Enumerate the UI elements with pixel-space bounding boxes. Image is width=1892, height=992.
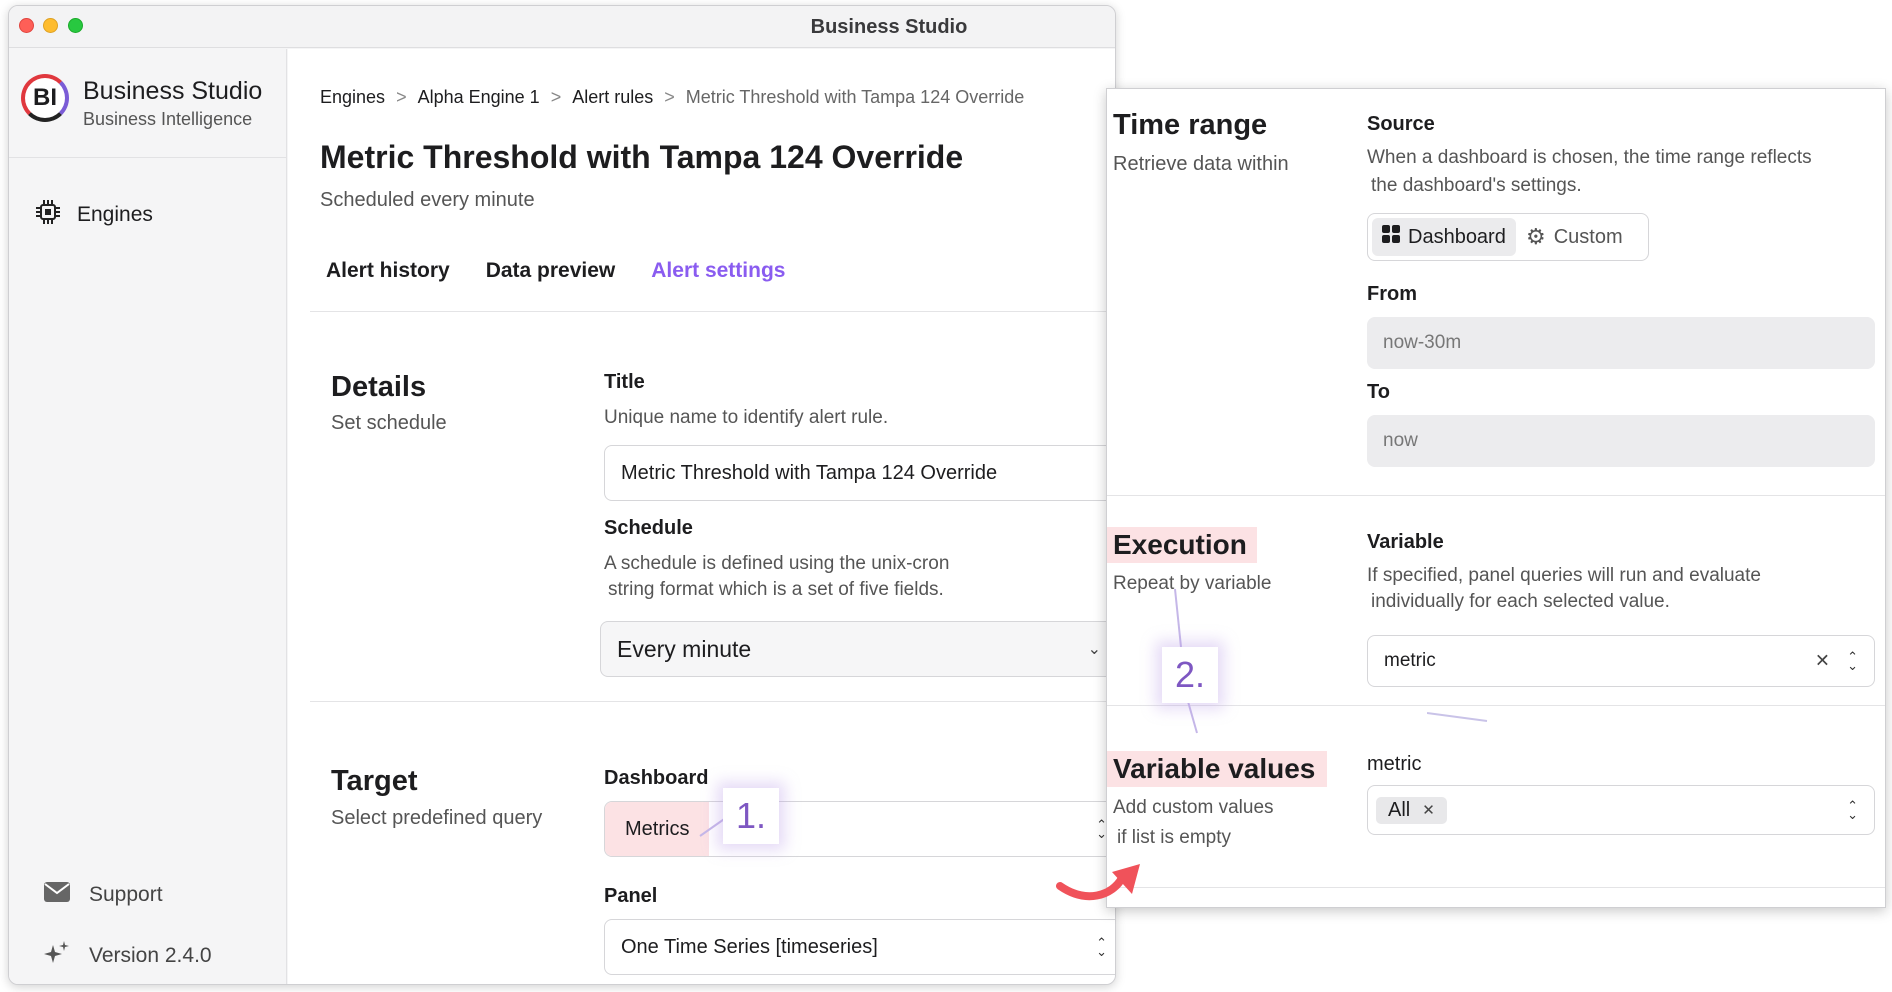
tabs-divider	[310, 311, 1115, 312]
chip-icon	[35, 199, 61, 231]
sparkles-icon	[43, 939, 71, 973]
app-window: Business Studio BI Business Studio Busin…	[8, 5, 1116, 985]
panel-select[interactable]: One Time Series [timeseries] ⌃ ⌄	[604, 919, 1115, 975]
panel-label: Panel	[604, 885, 658, 907]
up-down-chevron-icon: ⌃ ⌄	[1847, 649, 1858, 673]
time-range-heading: Time range	[1113, 109, 1268, 141]
source-option-dashboard[interactable]: Dashboard	[1372, 218, 1516, 256]
schedule-label: Schedule	[604, 517, 693, 539]
breadcrumb: Engines > Alpha Engine 1 > Alert rules > Metri…	[320, 87, 1024, 108]
tab-alert-history[interactable]: Alert history	[326, 259, 450, 283]
page-subtitle: Scheduled every minute	[320, 189, 535, 211]
chevron-down-icon: ⌄	[1087, 641, 1101, 658]
main-content: Engines > Alpha Engine 1 > Alert rules > Metri…	[288, 49, 1115, 984]
chip-label: All	[1388, 798, 1411, 821]
variable-select[interactable]: metric ✕ ⌃ ⌄	[1367, 635, 1875, 687]
variable-label: Variable	[1367, 531, 1444, 553]
sidebar-item-label: Engines	[77, 203, 153, 226]
sidebar: BI Business Studio Business Intelligence…	[9, 49, 287, 984]
breadcrumb-current: Metric Threshold with Tampa 124 Override	[685, 87, 1025, 107]
sidebar-item-version[interactable]: Version 2.4.0	[43, 939, 212, 973]
gear-icon: ⚙	[1526, 224, 1546, 249]
schedule-select-value: Every minute	[617, 635, 752, 662]
up-down-chevron-icon: ⌃ ⌄	[1096, 935, 1107, 959]
mail-icon	[43, 881, 71, 909]
source-toggle: Dashboard ⚙ Custom	[1367, 213, 1649, 261]
grid-icon	[1382, 225, 1400, 249]
app-name: Business Studio	[83, 77, 263, 105]
source-label: Source	[1367, 113, 1435, 135]
settings-panel-zoom: Time range Retrieve data within Source W…	[1106, 88, 1886, 908]
chevron-right-icon: >	[396, 87, 407, 107]
details-heading: Details	[331, 371, 427, 403]
panel-select-value: One Time Series [timeseries]	[621, 935, 878, 958]
selected-chip-all: All ✕	[1376, 796, 1447, 824]
sidebar-item-support[interactable]: Support	[43, 881, 163, 909]
sidebar-item-label: Support	[89, 883, 163, 906]
annotation-badge-2: 2.	[1162, 647, 1218, 703]
app-subtitle: Business Intelligence	[83, 109, 253, 129]
from-label: From	[1367, 283, 1417, 305]
breadcrumb-alert-rules[interactable]: Alert rules	[572, 87, 653, 107]
to-input[interactable]: now	[1367, 415, 1875, 467]
schedule-select[interactable]: Every minute ⌄	[600, 621, 1115, 677]
variable-values-divider	[1107, 887, 1885, 888]
source-option-label: Custom	[1553, 225, 1623, 248]
time-range-divider	[1107, 495, 1885, 496]
title-description: Unique name to identify alert rule.	[604, 407, 889, 428]
variable-values-subheading-1: Add custom values	[1113, 797, 1274, 818]
title-input[interactable]: Metric Threshold with Tampa 124 Override	[604, 445, 1115, 501]
annotation-badge-1: 1.	[723, 788, 779, 844]
chevron-right-icon: >	[664, 87, 675, 107]
window-title: Business Studio	[810, 16, 968, 38]
tab-data-preview[interactable]: Data preview	[486, 259, 616, 283]
source-option-custom[interactable]: ⚙ Custom	[1518, 218, 1631, 256]
close-window-button[interactable]	[19, 18, 34, 33]
metric-label: metric	[1367, 753, 1422, 775]
details-subheading: Set schedule	[331, 412, 447, 434]
variable-values-heading: Variable values	[1107, 751, 1328, 787]
minimize-window-button[interactable]	[43, 18, 58, 33]
app-logo: BI	[21, 74, 69, 122]
tab-bar: Alert history Data preview Alert setting…	[326, 259, 785, 283]
sidebar-divider	[9, 157, 287, 158]
dashboard-label: Dashboard	[604, 767, 709, 789]
arrow-icon	[1056, 864, 1140, 900]
from-input[interactable]: now-30m	[1367, 317, 1875, 369]
chevron-right-icon: >	[550, 87, 562, 107]
breadcrumb-engines[interactable]: Engines	[320, 87, 385, 107]
to-label: To	[1367, 381, 1390, 403]
dashboard-select[interactable]: Metrics ⌃ ⌄	[604, 801, 1115, 857]
variable-description-1: If specified, panel queries will run and…	[1367, 565, 1761, 586]
target-subheading: Select predefined query	[331, 807, 543, 829]
execution-heading: Execution	[1107, 527, 1257, 563]
up-down-chevron-icon: ⌃ ⌄	[1847, 798, 1858, 822]
target-heading: Target	[331, 765, 418, 797]
title-label: Title	[604, 371, 645, 393]
source-description-2: the dashboard's settings.	[1371, 175, 1582, 196]
variable-description-2: individually for each selected value.	[1371, 591, 1670, 612]
zoom-window-button[interactable]	[68, 18, 83, 33]
schedule-description-1: A schedule is defined using the unix-cro…	[604, 553, 950, 574]
breadcrumb-alpha-engine[interactable]: Alpha Engine 1	[418, 87, 540, 107]
remove-chip-icon[interactable]: ✕	[1422, 801, 1435, 819]
time-range-subheading: Retrieve data within	[1113, 153, 1289, 175]
metric-multiselect[interactable]: All ✕ ⌃ ⌄	[1367, 785, 1875, 835]
faint-connector	[1427, 712, 1488, 722]
source-description-1: When a dashboard is chosen, the time ran…	[1367, 147, 1812, 168]
tab-alert-settings[interactable]: Alert settings	[651, 259, 785, 283]
variable-values-subheading-2: if list is empty	[1117, 827, 1232, 848]
sidebar-item-engines[interactable]: Engines	[35, 199, 153, 231]
details-divider	[310, 701, 1115, 702]
page-title: Metric Threshold with Tampa 124 Override	[320, 139, 964, 175]
schedule-description-2: string format which is a set of five fie…	[608, 579, 944, 600]
title-bar: Business Studio	[9, 6, 1115, 48]
sidebar-item-label: Version 2.4.0	[89, 944, 212, 967]
variable-select-value: metric	[1384, 650, 1436, 671]
clear-icon[interactable]: ✕	[1815, 651, 1830, 672]
source-option-label: Dashboard	[1408, 225, 1506, 248]
